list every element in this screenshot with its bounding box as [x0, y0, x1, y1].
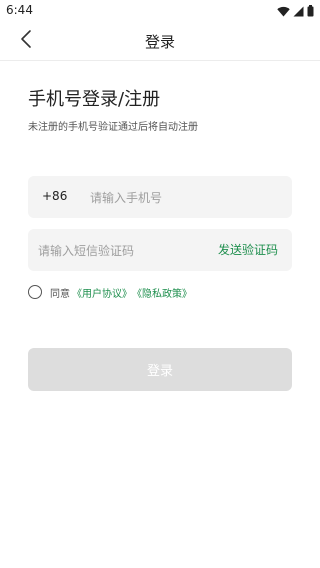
agree-prefix: 同意	[50, 288, 70, 300]
status-icons	[277, 4, 314, 18]
cellular-signal-icon	[293, 6, 304, 17]
page-subtitle: 未注册的手机号验证通过后将自动注册	[28, 122, 198, 133]
country-code[interactable]: +86	[42, 189, 67, 203]
page-title: 手机号登录/注册	[28, 89, 161, 110]
login-screen: 6:44 登录 手机号登录/注册 未注册的手机号验证通过后将自动注册 +86 请…	[0, 0, 320, 568]
code-input-placeholder[interactable]: 请输入短信验证码	[38, 242, 134, 259]
status-time: 6:44	[6, 3, 33, 17]
header: 登录	[0, 22, 320, 61]
phone-input-placeholder[interactable]: 请输入手机号	[90, 189, 162, 206]
privacy-policy-link[interactable]: 《隐私政策》	[132, 285, 192, 300]
login-button[interactable]: 登录	[28, 348, 292, 391]
status-bar: 6:44	[0, 0, 320, 22]
user-agreement-link[interactable]: 《用户协议》	[72, 285, 132, 300]
agree-checkbox[interactable]	[28, 285, 42, 299]
wifi-icon	[277, 6, 290, 17]
agreement-row: 同意 《用户协议》 《隐私政策》	[28, 283, 192, 301]
send-code-button[interactable]: 发送验证码	[218, 241, 278, 258]
verification-code-field[interactable]: 请输入短信验证码 发送验证码	[28, 229, 292, 271]
battery-icon	[307, 5, 314, 17]
header-title: 登录	[144, 33, 175, 51]
phone-field[interactable]: +86 请输入手机号	[28, 176, 292, 218]
